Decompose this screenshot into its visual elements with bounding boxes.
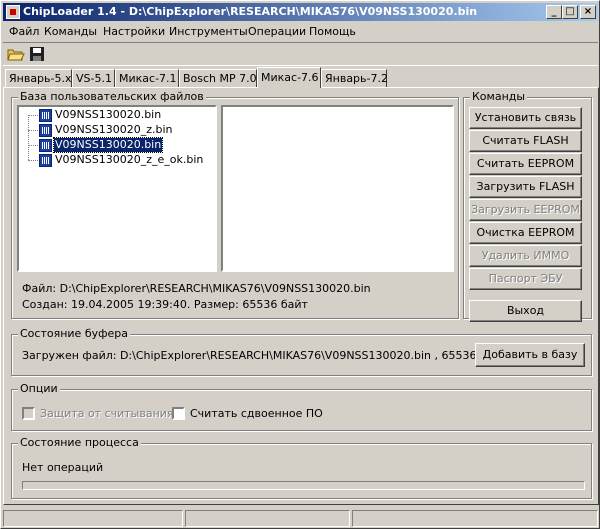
binary-file-icon [39, 124, 52, 137]
app-icon[interactable] [6, 5, 20, 19]
options-title: Опции [18, 382, 60, 395]
save-disk-icon[interactable] [29, 46, 47, 63]
status-panel [3, 510, 183, 527]
buffer-loaded-file: Загружен файл: D:\ChipExplorer\RESEARCH\… [22, 349, 508, 362]
close-icon: × [583, 6, 593, 17]
file-database-group: База пользовательских файлов V09NSS13002… [11, 90, 459, 319]
file-database-title: База пользовательских файлов [18, 90, 206, 103]
clear-eeprom-button[interactable]: Очистка EEPROM [469, 222, 582, 244]
status-panel [352, 510, 598, 527]
file-name: V09NSS130020.bin [52, 137, 164, 153]
read-dual-firmware-checkbox[interactable] [172, 407, 185, 420]
menu-tools[interactable]: Инструменты [169, 25, 248, 38]
maximize-button[interactable]: □ [562, 5, 578, 19]
read-eeprom-button[interactable]: Считать EEPROM [469, 153, 582, 175]
menu-operations[interactable]: Операции [248, 25, 306, 38]
status-panel [185, 510, 350, 527]
menu-commands[interactable]: Команды [44, 25, 97, 38]
buffer-state-title: Состояние буфера [18, 327, 131, 340]
file-created-info: Создан: 19.04.2005 19:39:40. Размер: 655… [22, 298, 308, 311]
menu-file[interactable]: Файл [9, 25, 39, 38]
load-eeprom-button[interactable]: Загрузить EEPROM [469, 199, 582, 221]
file-name: V09NSS130020_z.bin [55, 123, 173, 136]
menu-settings[interactable]: Настройки [103, 25, 165, 38]
file-detail-panel[interactable] [221, 105, 454, 272]
load-flash-button[interactable]: Загрузить FLASH [469, 176, 582, 198]
add-to-database-button[interactable]: Добавить в базу [475, 343, 585, 367]
tab-vs-51[interactable]: VS-5.1 [72, 69, 115, 87]
read-dual-firmware-label: Считать сдвоенное ПО [190, 407, 323, 420]
status-bar [3, 508, 598, 527]
file-name: V09NSS130020_z_e_ok.bin [55, 153, 204, 166]
commands-title: Команды [470, 90, 528, 103]
options-group: Опции Защита от считывания Считать сдвое… [11, 382, 592, 431]
open-folder-icon[interactable] [7, 46, 25, 63]
remove-immo-button[interactable]: Удалить ИММО [469, 245, 582, 267]
process-status-text: Нет операций [22, 461, 104, 474]
file-name: V09NSS130020.bin [55, 108, 162, 121]
title-bar[interactable]: ChipLoader 1.4 - D:\ChipExplorer\RESEARC… [3, 3, 598, 21]
main-window: ChipLoader 1.4 - D:\ChipExplorer\RESEARC… [0, 0, 600, 529]
commands-group: Команды Установить связь Считать FLASH С… [463, 90, 592, 322]
tree-connector [28, 160, 38, 161]
tab-yanvar-72[interactable]: Январь-7.2 [321, 69, 388, 87]
minimize-button[interactable]: _ [546, 5, 562, 19]
close-button[interactable]: × [580, 5, 596, 19]
menu-help[interactable]: Помощь [309, 25, 356, 38]
tab-yanvar-5x[interactable]: Январь-5.x [5, 69, 72, 87]
menu-bar: Файл Команды Настройки Инструменты Опера… [3, 22, 598, 41]
binary-file-icon [39, 109, 52, 122]
exit-button[interactable]: Выход [469, 300, 582, 322]
tab-mikas-71[interactable]: Микас-7.1 [115, 69, 179, 87]
tree-connector [28, 115, 29, 160]
read-protection-checkbox[interactable] [22, 407, 35, 420]
ecu-passport-button[interactable]: Паспорт ЭБУ [469, 268, 582, 290]
process-state-group: Состояние процесса Нет операций [11, 436, 592, 499]
read-flash-button[interactable]: Считать FLASH [469, 130, 582, 152]
buffer-state-group: Состояние буфера Загружен файл: D:\ChipE… [11, 327, 592, 376]
tree-connector [28, 130, 38, 131]
read-protection-label: Защита от считывания [40, 407, 174, 420]
tab-panel-mikas-76: База пользовательских файлов V09NSS13002… [3, 87, 599, 505]
connect-button[interactable]: Установить связь [469, 107, 582, 129]
file-path-info: Файл: D:\ChipExplorer\RESEARCH\MIKAS76\V… [22, 282, 371, 295]
binary-file-icon [39, 139, 52, 152]
window-title: ChipLoader 1.4 - D:\ChipExplorer\RESEARC… [23, 5, 478, 18]
minimize-icon: _ [551, 6, 557, 17]
tab-strip: Январь-5.x VS-5.1 Микас-7.1 Bosch MP 7.0… [1, 67, 600, 88]
file-tree[interactable]: V09NSS130020.bin V09NSS130020_z.bin V09N… [17, 105, 217, 272]
maximize-icon: □ [565, 6, 575, 17]
binary-file-icon [39, 154, 52, 167]
process-state-title: Состояние процесса [18, 436, 141, 449]
tab-bosch-mp70[interactable]: Bosch MP 7.0 [179, 69, 257, 87]
process-progress-bar [22, 481, 585, 490]
tree-connector [28, 115, 38, 116]
tree-connector [28, 145, 38, 146]
toolbar [3, 42, 598, 66]
tab-mikas-76[interactable]: Микас-7.6 [257, 67, 321, 88]
